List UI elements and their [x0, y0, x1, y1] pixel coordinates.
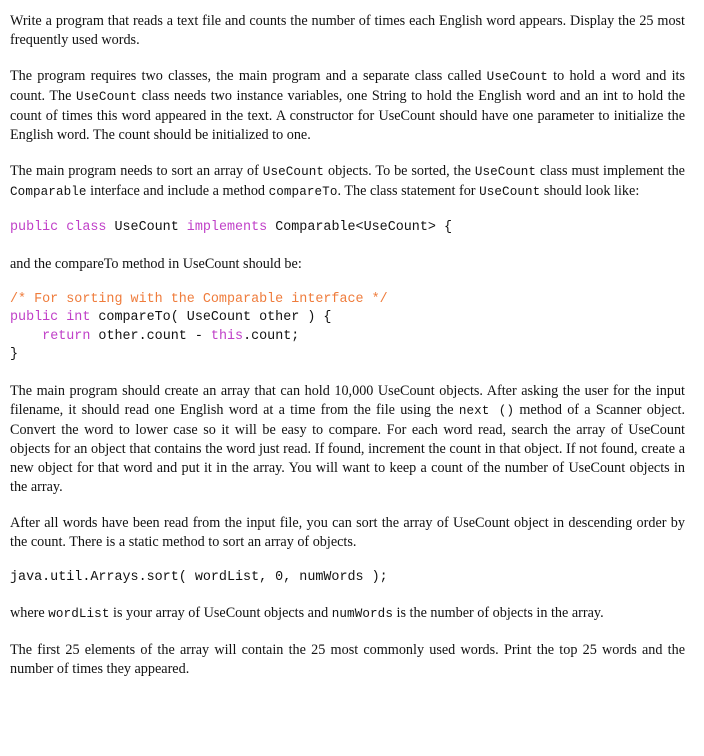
code-line: java.util.Arrays.sort( wordList, 0, numW… — [10, 570, 388, 585]
code-line: } — [10, 347, 18, 362]
code-token-pln: java.util.Arrays.sort( wordList, 0, numW… — [10, 569, 388, 585]
text-run: class must implement the — [536, 163, 685, 179]
text-run: objects. To be sorted, the — [324, 163, 475, 179]
code-token-kw: this — [210, 328, 244, 344]
code-token-pln: UseCount — [106, 220, 187, 235]
code-block-code-compareto: /* For sorting with the Comparable inter… — [10, 291, 685, 365]
code-token-pln: other.count - — [90, 328, 211, 344]
code-block-code-arrays-sort: java.util.Arrays.sort( wordList, 0, numW… — [10, 569, 685, 588]
code-line: /* For sorting with the Comparable inter… — [10, 292, 388, 307]
inline-code: UseCount — [486, 70, 548, 84]
code-token-pln: } — [10, 347, 19, 362]
code-line: public int compareTo( UseCount other ) { — [10, 310, 331, 325]
code-token-pln — [10, 329, 42, 344]
inline-code: Comparable — [10, 185, 87, 199]
code-line: public class UseCount implements Compara… — [10, 220, 452, 235]
text-run: interface and include a method — [86, 183, 269, 199]
text-run: is your array of UseCount objects and — [109, 605, 332, 621]
text-run: where — [10, 605, 49, 621]
text-run: . The class statement for — [337, 183, 480, 199]
text-run: The main program needs to sort an array … — [10, 163, 263, 179]
inline-code: UseCount — [479, 185, 541, 199]
code-token-cmt: /* For sorting with the Comparable inter… — [10, 291, 388, 307]
code-token-pln: compareTo( UseCount other ) { — [90, 310, 332, 325]
paragraph-intro: Write a program that reads a text file a… — [10, 13, 685, 48]
code-token-kw: public class — [10, 220, 107, 235]
inline-code: UseCount — [262, 165, 325, 179]
code-block-code-class-decl: public class UseCount implements Compara… — [10, 219, 685, 238]
code-token-kw: return — [42, 328, 91, 344]
code-token-pln: Comparable<UseCount> { — [267, 220, 452, 235]
paragraph-closing: The first 25 elements of the array will … — [10, 642, 685, 677]
code-token-kw: implements — [186, 220, 268, 235]
paragraph-after-read: After all words have been read from the … — [10, 514, 685, 550]
paragraph-compareto-lead: and the compareTo method in UseCount sho… — [10, 255, 302, 272]
inline-code: UseCount — [474, 165, 537, 179]
inline-code: numWords — [331, 607, 393, 621]
paragraph-main-program: The main program should create an array … — [10, 382, 685, 497]
text-run: should look like: — [540, 183, 640, 199]
inline-code: compareTo — [268, 185, 338, 199]
paragraph-classes: The program requires two classes, the ma… — [10, 67, 685, 145]
text-run: The program requires two classes, the ma… — [10, 68, 487, 84]
paragraph-sorting: The main program needs to sort an array … — [10, 162, 685, 202]
document-body: Write a program that reads a text file a… — [0, 0, 704, 679]
code-line: return other.count - this.count; — [10, 329, 299, 344]
text-run: is the number of objects in the array. — [392, 605, 604, 621]
inline-code: wordList — [48, 607, 110, 621]
code-token-kw: public int — [10, 310, 91, 325]
inline-code: next () — [458, 403, 515, 418]
paragraph-where-clause: where wordList is your array of UseCount… — [10, 604, 685, 624]
code-token-pln: .count; — [243, 328, 300, 344]
inline-code: UseCount — [75, 90, 138, 104]
